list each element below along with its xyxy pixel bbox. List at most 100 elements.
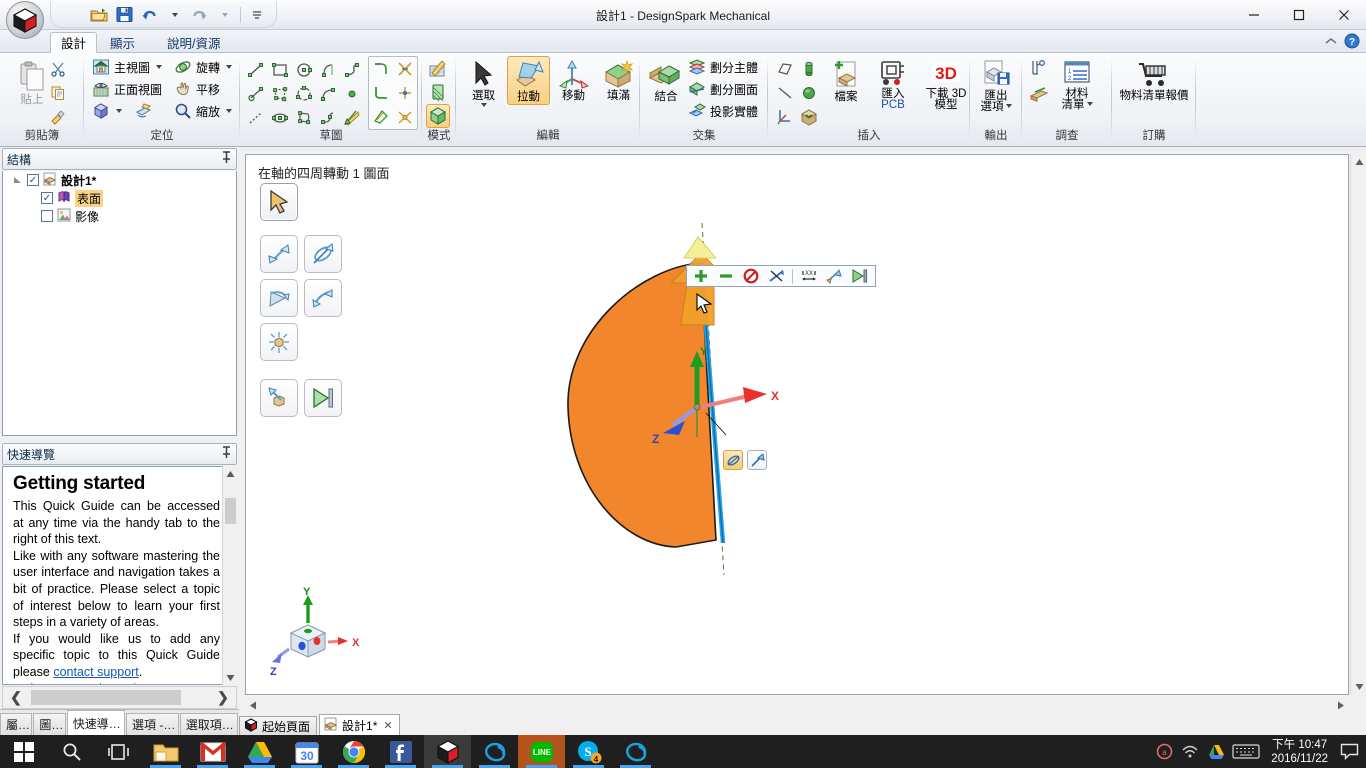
line-arc-icon[interactable] <box>244 82 268 106</box>
guide-hscroll-track[interactable] <box>29 690 210 705</box>
export-options-button[interactable]: 匯出 選項 <box>973 57 1019 128</box>
canvas-scroll-left[interactable] <box>245 697 261 713</box>
tree-checkbox-design[interactable]: ✓ <box>27 174 39 186</box>
facebook-icon[interactable] <box>377 735 424 768</box>
fillet-icon[interactable] <box>369 57 393 81</box>
help-icon[interactable]: ? <box>1344 33 1360 52</box>
line-icon[interactable] <box>244 58 268 82</box>
cylinder-icon[interactable] <box>797 57 821 81</box>
google-drive-icon[interactable] <box>236 735 283 768</box>
taskbar-clock[interactable]: 下午 10:47 2016/11/22 <box>1263 738 1336 766</box>
designspark-icon[interactable] <box>424 735 471 768</box>
canvas-scroll-up[interactable] <box>1351 154 1366 170</box>
trim-icon[interactable] <box>393 57 417 81</box>
scale-body-tool[interactable] <box>260 323 298 361</box>
spline-curve-icon[interactable] <box>316 82 340 106</box>
tree-node-surface[interactable]: ✓ 表面 <box>3 189 236 207</box>
tangent-arc-icon[interactable] <box>316 58 340 82</box>
pan-button[interactable]: 平移 <box>172 78 234 100</box>
search-icon[interactable] <box>48 735 95 768</box>
chrome-icon[interactable] <box>330 735 377 768</box>
sweep-tool[interactable] <box>260 279 298 317</box>
scroll-down-arrow[interactable] <box>223 670 238 685</box>
combine-button[interactable]: 結合 <box>644 57 688 104</box>
select-button[interactable]: 選取 <box>462 56 505 107</box>
dock-tab-layers[interactable]: 圖… <box>33 713 66 735</box>
maximize-button[interactable] <box>1276 0 1321 29</box>
contact-support-link[interactable]: contact support <box>53 665 138 679</box>
pin-icon[interactable] <box>221 151 232 167</box>
section-mode-icon[interactable] <box>426 80 450 104</box>
axis-line-icon[interactable] <box>773 81 797 105</box>
view-cube-dropdown-icon[interactable] <box>116 109 122 113</box>
minimize-ribbon-icon[interactable] <box>1324 34 1338 51</box>
ellipse-icon[interactable] <box>268 106 292 130</box>
canvas-scroll-down[interactable] <box>1351 679 1366 695</box>
sphere-icon[interactable] <box>797 81 821 105</box>
line-icon[interactable]: LINE <box>518 735 565 768</box>
format-painter-icon[interactable] <box>46 105 70 129</box>
notification-icon[interactable] <box>1336 735 1362 768</box>
move-button[interactable]: 移動 <box>552 56 595 103</box>
dock-tab-properties[interactable]: 屬… <box>0 713 33 735</box>
select-dropdown-icon[interactable] <box>481 103 488 107</box>
solid-mode-icon[interactable] <box>426 104 450 128</box>
home-view-dropdown-icon[interactable] <box>156 65 163 69</box>
zoom-dropdown-icon[interactable] <box>226 109 233 113</box>
spin-dropdown-icon[interactable] <box>226 65 233 69</box>
freeform-spline-icon[interactable] <box>316 106 340 130</box>
pull-arrow-tool[interactable] <box>260 235 298 273</box>
split-face-button[interactable]: 劃分圖面 <box>686 78 760 100</box>
guide-scroll-thumb[interactable] <box>225 498 236 524</box>
insert-file-button[interactable]: 檔案 <box>824 57 868 111</box>
construction-line-icon[interactable] <box>244 106 268 130</box>
windows-start-icon[interactable] <box>0 735 48 768</box>
guide-vertical-scrollbar[interactable] <box>222 466 237 685</box>
tree-checkbox-image[interactable] <box>41 210 53 222</box>
close-icon[interactable]: ✕ <box>383 719 392 732</box>
wifi-icon[interactable] <box>1177 735 1203 768</box>
spin-button[interactable]: 旋轉 <box>172 56 234 78</box>
pull-handle-ic[interactable] <box>747 450 767 470</box>
pull-direction-tool[interactable] <box>260 379 298 417</box>
google-calendar-icon[interactable]: 30 <box>283 735 330 768</box>
antivirus-icon[interactable]: a <box>1151 735 1177 768</box>
bom-button[interactable]: 1 2 材料 清單 <box>1054 57 1100 111</box>
guide-hscroll-thumb[interactable] <box>31 690 181 705</box>
point-icon[interactable] <box>340 82 364 106</box>
zoom-button[interactable]: 縮放 <box>172 100 234 122</box>
cursor-arrow-tool[interactable] <box>260 183 298 221</box>
plane-view-icon[interactable] <box>134 102 153 120</box>
application-orb-button[interactable] <box>6 1 44 39</box>
play-to-end-icon[interactable] <box>848 266 870 286</box>
ruler-pull-icon[interactable] <box>823 266 845 286</box>
pull-mini-toolbar[interactable]: XX <box>686 265 876 287</box>
bend-arrow-tool[interactable] <box>304 279 342 317</box>
close-button[interactable] <box>1321 0 1366 29</box>
dock-tab-selection[interactable]: 選取項… <box>179 713 238 735</box>
cut-icon[interactable] <box>46 57 70 81</box>
measure-caliper-icon[interactable] <box>1027 57 1051 81</box>
file-explorer-icon[interactable] <box>142 735 189 768</box>
project-solid-button[interactable]: 投影實體 <box>686 100 760 122</box>
guide-next-arrow[interactable]: ❯ <box>210 689 236 706</box>
tree-node-design[interactable]: ✓ 設計1* <box>3 171 236 189</box>
circle-icon[interactable] <box>292 58 316 82</box>
structure-tree[interactable]: ✓ 設計1* ✓ 表面 影像 <box>2 171 237 436</box>
three-point-arc-icon[interactable] <box>292 82 316 106</box>
scroll-up-arrow[interactable] <box>223 466 237 481</box>
offset-icon[interactable] <box>369 105 393 129</box>
dimension-icon[interactable]: XX <box>798 266 820 286</box>
tab-help-resources[interactable]: 說明/資源 <box>157 32 230 53</box>
revolve-handle-ic[interactable] <box>723 450 743 470</box>
guide-prev-arrow[interactable]: ❮ <box>3 689 29 706</box>
home-view-button[interactable]: 主視圖 <box>90 56 164 78</box>
view-cube-button[interactable] <box>90 100 164 122</box>
doc-tab-design1[interactable]: 設計1* ✕ <box>319 714 400 735</box>
import-pcb-button[interactable]: 匯入 PCB <box>870 57 916 111</box>
copy-icon[interactable] <box>46 81 70 105</box>
task-view-icon[interactable] <box>95 735 142 768</box>
polygon-icon[interactable] <box>268 82 292 106</box>
edge-icon[interactable] <box>612 735 659 768</box>
subtract-minus-icon[interactable] <box>715 266 737 286</box>
